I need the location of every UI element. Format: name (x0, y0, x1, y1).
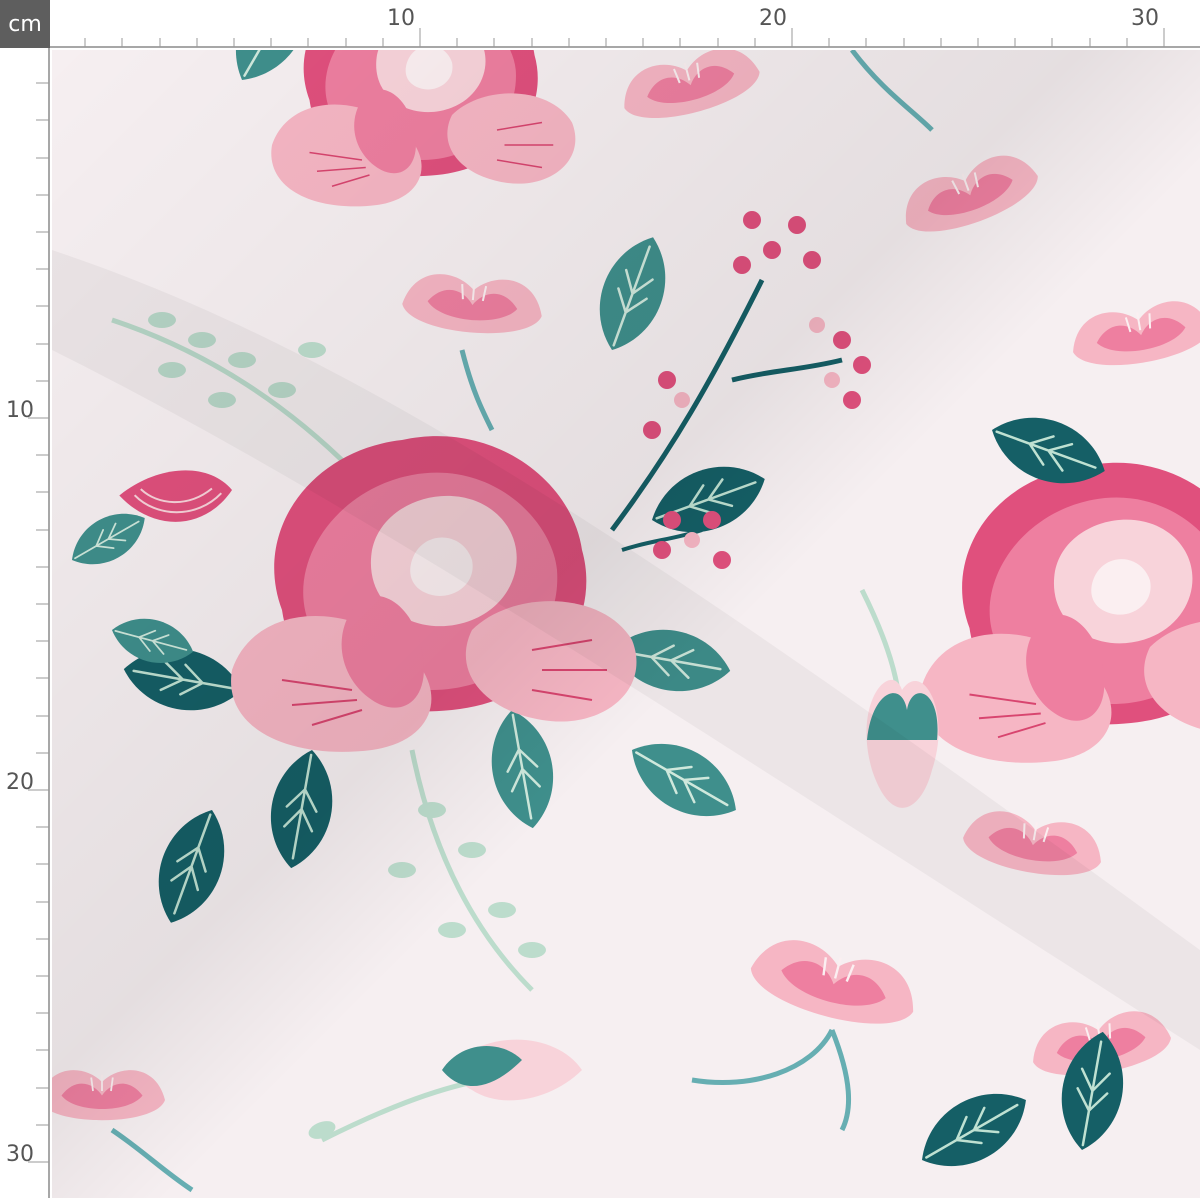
top-ruler-ticks (50, 28, 1200, 48)
fabric-preview: cm 10 20 30 10 20 30 (0, 0, 1200, 1198)
left-ruler-ticks (28, 48, 50, 1198)
left-ruler-label-30: 30 (6, 1142, 34, 1167)
left-ruler: 10 20 30 (0, 48, 50, 1198)
left-ruler-label-10: 10 (6, 398, 34, 423)
top-ruler-label-20: 20 (759, 6, 787, 31)
fabric-swatch (52, 50, 1200, 1198)
unit-badge: cm (0, 0, 50, 48)
top-ruler: 10 20 30 (50, 0, 1200, 48)
floral-pattern-image (52, 50, 1200, 1198)
top-ruler-label-10: 10 (387, 6, 415, 31)
left-ruler-label-20: 20 (6, 770, 34, 795)
top-ruler-label-30: 30 (1131, 6, 1159, 31)
